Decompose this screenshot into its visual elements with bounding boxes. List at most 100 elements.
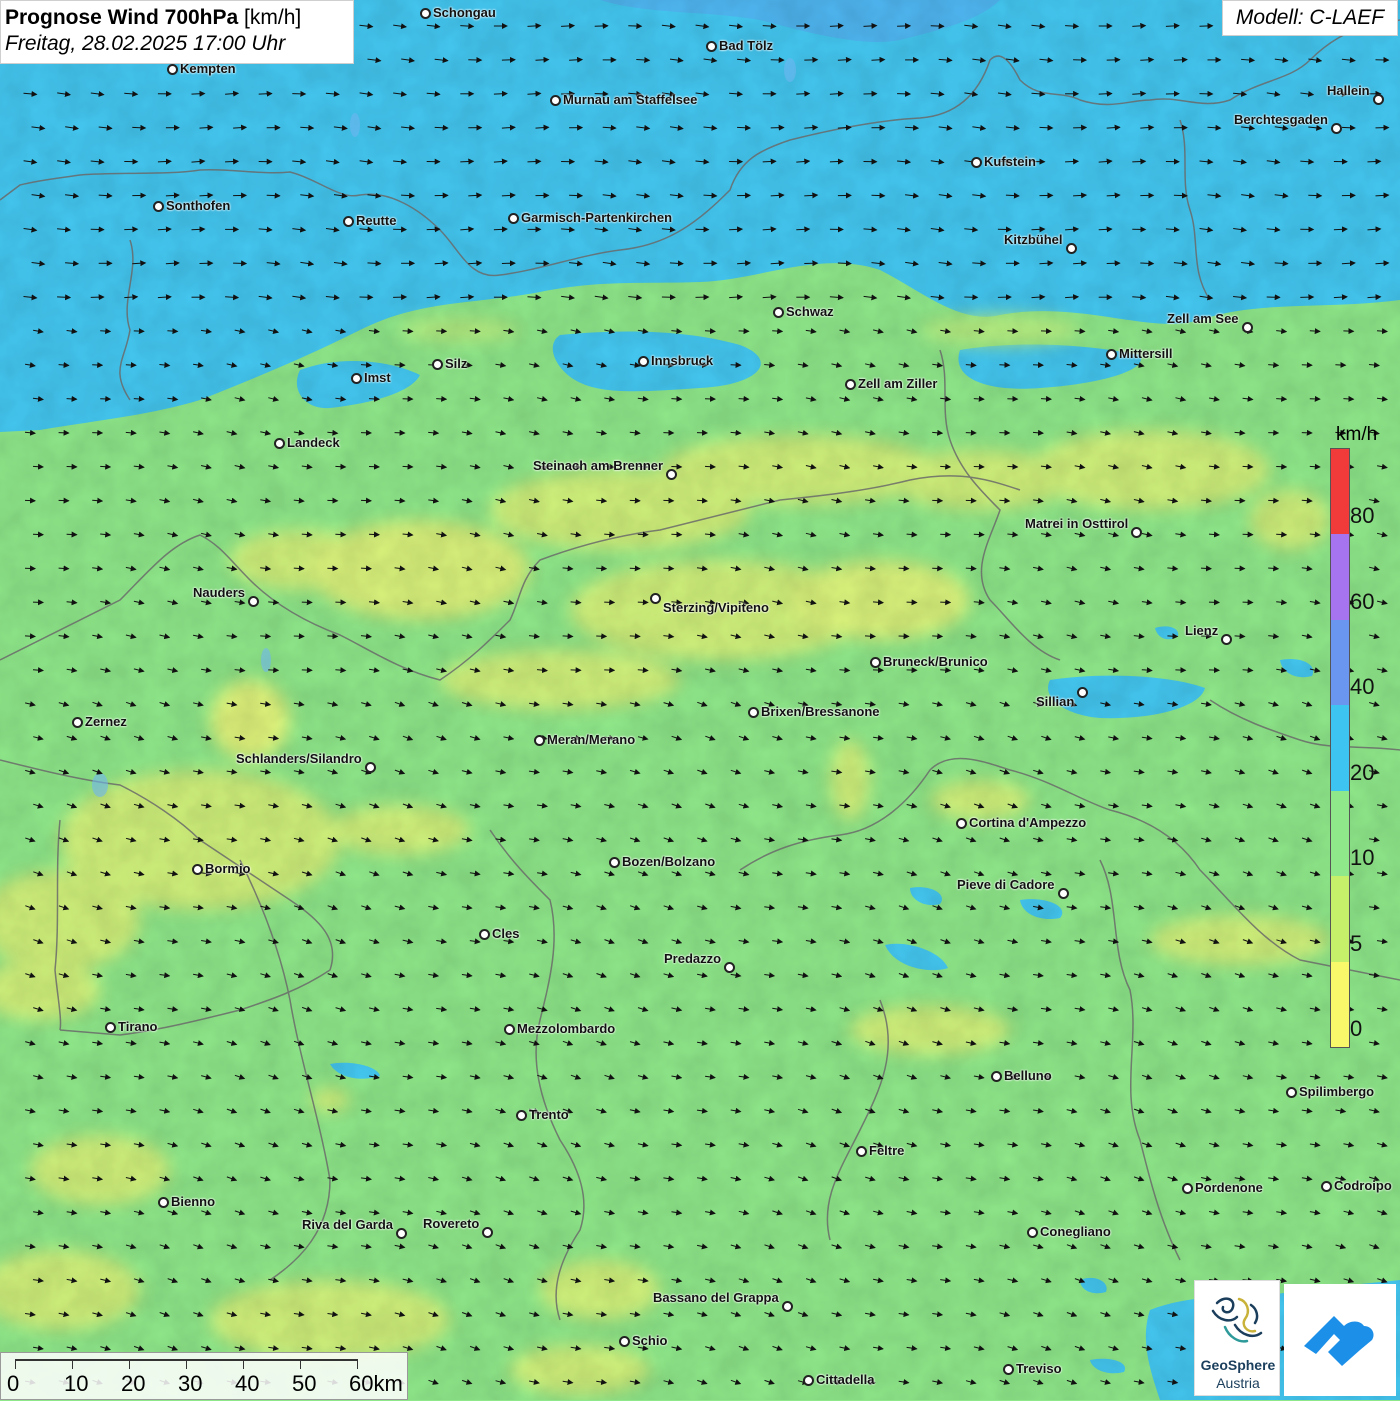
city-label: Kufstein: [984, 154, 1036, 169]
legend: km/h 051020406080: [1328, 418, 1386, 1052]
city-marker[interactable]: [1331, 123, 1342, 134]
logo-text-geosphere: GeoSphere: [1195, 1357, 1281, 1373]
city-label: Innsbruck: [651, 353, 713, 368]
city-marker[interactable]: [1221, 634, 1232, 645]
city-marker[interactable]: [1003, 1364, 1014, 1375]
city-marker[interactable]: [1321, 1181, 1332, 1192]
scale-tick: [15, 1359, 16, 1369]
wind-arrow: [33, 466, 43, 467]
wind-arrow: [663, 568, 673, 569]
city-marker[interactable]: [1131, 527, 1142, 538]
city-marker[interactable]: [1077, 687, 1088, 698]
wind-arrow: [737, 127, 750, 128]
wind-arrow: [796, 229, 809, 230]
city-marker[interactable]: [479, 929, 490, 940]
city-marker[interactable]: [482, 1227, 493, 1238]
partner-logo[interactable]: [1284, 1284, 1396, 1396]
city-marker[interactable]: [803, 1375, 814, 1386]
city-marker[interactable]: [158, 1197, 169, 1208]
city-marker[interactable]: [192, 864, 203, 875]
wind-arrow: [1174, 195, 1187, 196]
city-label: Lienz: [1185, 623, 1218, 638]
city-marker[interactable]: [396, 1228, 407, 1239]
city-marker[interactable]: [504, 1024, 515, 1035]
city-marker[interactable]: [650, 593, 661, 604]
scale-tick: [243, 1359, 244, 1369]
wind-arrow: [1032, 229, 1045, 230]
city-marker[interactable]: [1066, 243, 1077, 254]
city-marker[interactable]: [534, 735, 545, 746]
wind-arrow: [1334, 229, 1347, 230]
scale-tick: [186, 1359, 187, 1369]
city-marker[interactable]: [706, 41, 717, 52]
legend-swatch: [1331, 534, 1349, 619]
city-marker[interactable]: [550, 95, 561, 106]
city-marker[interactable]: [971, 157, 982, 168]
city-label: Landeck: [287, 435, 340, 450]
city-marker[interactable]: [1106, 349, 1117, 360]
city-marker[interactable]: [508, 213, 519, 224]
wind-arrow: [294, 568, 304, 569]
wind-arrow: [596, 568, 606, 569]
wind-arrow: [1040, 127, 1053, 128]
wind-arrow: [470, 331, 480, 332]
city-marker[interactable]: [748, 707, 759, 718]
city-marker[interactable]: [167, 64, 178, 75]
city-marker[interactable]: [72, 717, 83, 728]
legend-tick-label: 80: [1350, 503, 1374, 529]
city-marker[interactable]: [956, 818, 967, 829]
scale-tick-label: 0: [7, 1371, 19, 1397]
wind-arrow: [494, 229, 507, 230]
city-marker[interactable]: [609, 857, 620, 868]
city-marker[interactable]: [870, 657, 881, 668]
city-marker[interactable]: [991, 1071, 1002, 1082]
city-marker[interactable]: [773, 307, 784, 318]
wind-arrow: [1276, 399, 1286, 400]
wind-arrow: [671, 399, 681, 400]
city-marker[interactable]: [1182, 1183, 1193, 1194]
mountain-cloud-icon: [1284, 1284, 1396, 1396]
wind-arrow: [260, 636, 270, 637]
city-marker[interactable]: [274, 438, 285, 449]
city-marker[interactable]: [666, 469, 677, 480]
city-marker[interactable]: [1058, 888, 1069, 899]
city-label: Matrei in Osttirol: [1025, 516, 1128, 531]
city-marker[interactable]: [638, 356, 649, 367]
city-marker[interactable]: [1242, 322, 1253, 333]
city-marker[interactable]: [516, 1110, 527, 1121]
city-marker[interactable]: [153, 201, 164, 212]
city-marker[interactable]: [105, 1022, 116, 1033]
city-marker[interactable]: [343, 216, 354, 227]
city-marker[interactable]: [1027, 1227, 1038, 1238]
city-marker[interactable]: [782, 1301, 793, 1312]
wind-arrow: [772, 331, 782, 332]
city-marker[interactable]: [619, 1336, 630, 1347]
wind-arrow: [57, 297, 70, 298]
city-marker[interactable]: [248, 596, 259, 607]
wind-arrow: [899, 568, 909, 569]
city-marker[interactable]: [856, 1146, 867, 1157]
wind-arrow: [1243, 466, 1253, 467]
city-marker[interactable]: [724, 962, 735, 973]
city-marker[interactable]: [432, 359, 443, 370]
legend-tick-label: 10: [1350, 845, 1374, 871]
city-marker[interactable]: [1286, 1087, 1297, 1098]
city-marker[interactable]: [365, 762, 376, 773]
geosphere-logo[interactable]: GeoSphere Austria: [1194, 1280, 1280, 1396]
city-marker[interactable]: [351, 373, 362, 384]
legend-swatch: [1331, 791, 1349, 876]
wind-arrow: [830, 161, 843, 162]
city-marker[interactable]: [845, 379, 856, 390]
wind-arrow: [267, 195, 280, 196]
city-label: Sterzing/Vipiteno: [663, 600, 769, 615]
city-marker[interactable]: [1373, 94, 1384, 105]
scale-tick-label: 40: [235, 1371, 259, 1397]
city-label: Nauders: [193, 585, 245, 600]
wind-arrow: [1310, 466, 1320, 467]
scale-tick-label: 10: [64, 1371, 88, 1397]
map-title: Prognose Wind 700hPa [km/h]: [5, 5, 353, 31]
wind-arrow: [569, 195, 582, 196]
city-marker[interactable]: [420, 8, 431, 19]
city-label: Belluno: [1004, 1068, 1052, 1083]
city-label: Riva del Garda: [302, 1217, 393, 1232]
